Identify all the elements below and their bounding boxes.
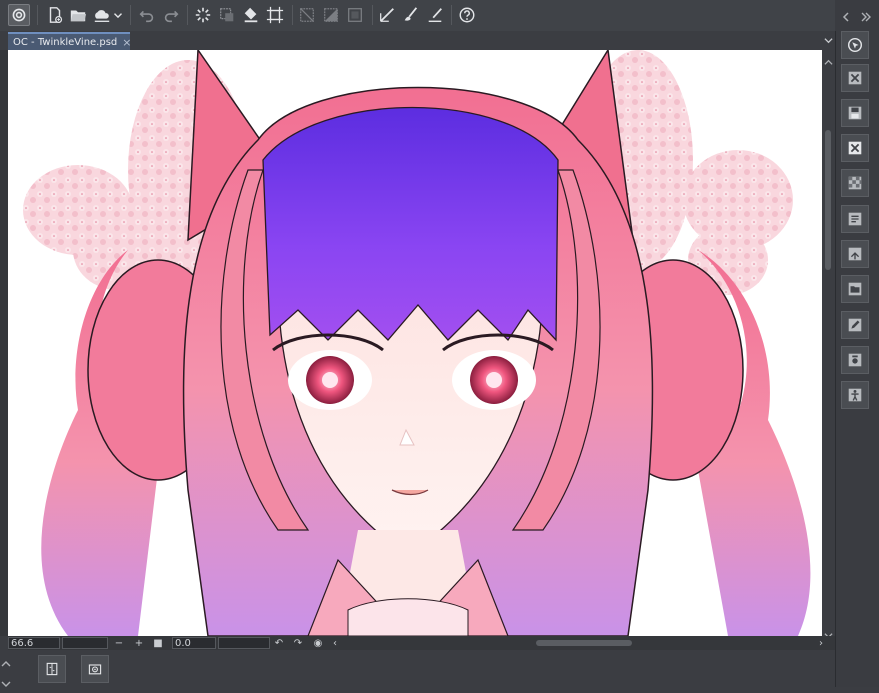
- rotation-slider[interactable]: [218, 637, 270, 649]
- undo-icon[interactable]: [136, 4, 158, 26]
- chevron-down-icon[interactable]: [824, 625, 833, 639]
- layer-properties-icon[interactable]: [841, 205, 869, 233]
- save-cloud-icon[interactable]: [91, 4, 113, 26]
- border-icon[interactable]: [344, 4, 366, 26]
- toolbar-divider: [451, 5, 452, 25]
- folder-icon[interactable]: [841, 275, 869, 303]
- horizontal-scrollbar[interactable]: [338, 638, 828, 648]
- panel-nav: [835, 0, 879, 31]
- clip-studio-logo-icon[interactable]: [8, 4, 30, 26]
- right-command-bar: [835, 31, 879, 687]
- document-tab-title: OC - TwinkleVine.psd: [13, 36, 118, 48]
- bottom-panel: [0, 650, 835, 687]
- toolbar-divider: [372, 5, 373, 25]
- toolbar-divider: [37, 5, 38, 25]
- pen-tilt-icon[interactable]: [424, 4, 446, 26]
- crop-icon[interactable]: [264, 4, 286, 26]
- chevron-left-icon[interactable]: [840, 8, 852, 22]
- left-panel-strip: [0, 50, 8, 636]
- checker-layer-icon[interactable]: [841, 169, 869, 197]
- chevron-right-icon[interactable]: ›: [814, 636, 828, 650]
- zoom-in-icon[interactable]: +: [132, 636, 146, 650]
- chevron-up-icon[interactable]: [824, 52, 833, 65]
- ruler-pen-icon[interactable]: [376, 4, 398, 26]
- reset-rotation-icon[interactable]: ◉: [311, 636, 325, 650]
- chevron-up-icon[interactable]: [1, 654, 11, 667]
- camera-icon[interactable]: [841, 346, 869, 374]
- clear-selection-icon[interactable]: [296, 4, 318, 26]
- vertical-scrollbar[interactable]: [822, 50, 835, 639]
- rotate-right-icon[interactable]: ↷: [291, 636, 305, 650]
- new-file-icon[interactable]: [44, 4, 66, 26]
- close-image-icon[interactable]: [841, 64, 869, 92]
- camera-panel-icon[interactable]: [81, 655, 109, 683]
- save-icon[interactable]: [841, 99, 869, 127]
- invert-icon[interactable]: [320, 4, 342, 26]
- transform-icon[interactable]: [216, 4, 238, 26]
- double-chevron-right-icon[interactable]: [860, 8, 872, 22]
- horizontal-scroll-thumb[interactable]: [536, 640, 632, 646]
- rotation-field[interactable]: 0.0: [172, 637, 216, 649]
- toolbar-divider: [130, 5, 131, 25]
- delete-icon[interactable]: [841, 134, 869, 162]
- zoom-slider[interactable]: [62, 637, 108, 649]
- close-icon[interactable]: ×: [122, 36, 131, 49]
- artwork-illustration: [23, 50, 811, 636]
- chevron-down-icon[interactable]: [1, 674, 11, 687]
- main-toolbar: [0, 0, 835, 32]
- canvas-status-bar: 66.6 − + ■ 0.0 ↶ ↷ ◉ ‹ ›: [8, 636, 835, 650]
- rotate-left-icon[interactable]: ↶: [272, 636, 286, 650]
- dropdown-icon[interactable]: [111, 4, 125, 26]
- timeline-panel-icon[interactable]: [38, 655, 66, 683]
- redo-icon[interactable]: [160, 4, 182, 26]
- toolbar-divider: [292, 5, 293, 25]
- vertical-scroll-thumb[interactable]: [825, 130, 831, 270]
- document-tab[interactable]: OC - TwinkleVine.psd ×: [8, 32, 131, 50]
- fill-icon[interactable]: [240, 4, 262, 26]
- pose-figure-icon[interactable]: [841, 381, 869, 409]
- drawing-canvas[interactable]: [8, 50, 822, 636]
- zoom-field[interactable]: 66.6: [8, 637, 60, 649]
- zoom-out-icon[interactable]: −: [112, 636, 126, 650]
- help-icon[interactable]: [456, 4, 478, 26]
- chevron-down-icon[interactable]: [822, 33, 834, 47]
- open-folder-icon[interactable]: [67, 4, 89, 26]
- fit-icon[interactable]: ■: [151, 636, 165, 650]
- document-tab-bar: OC - TwinkleVine.psd ×: [0, 31, 835, 50]
- selection-spinner-icon[interactable]: [192, 4, 214, 26]
- navigator-icon[interactable]: [841, 31, 869, 59]
- brush-stroke-icon[interactable]: [400, 4, 422, 26]
- toolbar-divider: [187, 5, 188, 25]
- export-icon[interactable]: [841, 240, 869, 268]
- edit-icon[interactable]: [841, 311, 869, 339]
